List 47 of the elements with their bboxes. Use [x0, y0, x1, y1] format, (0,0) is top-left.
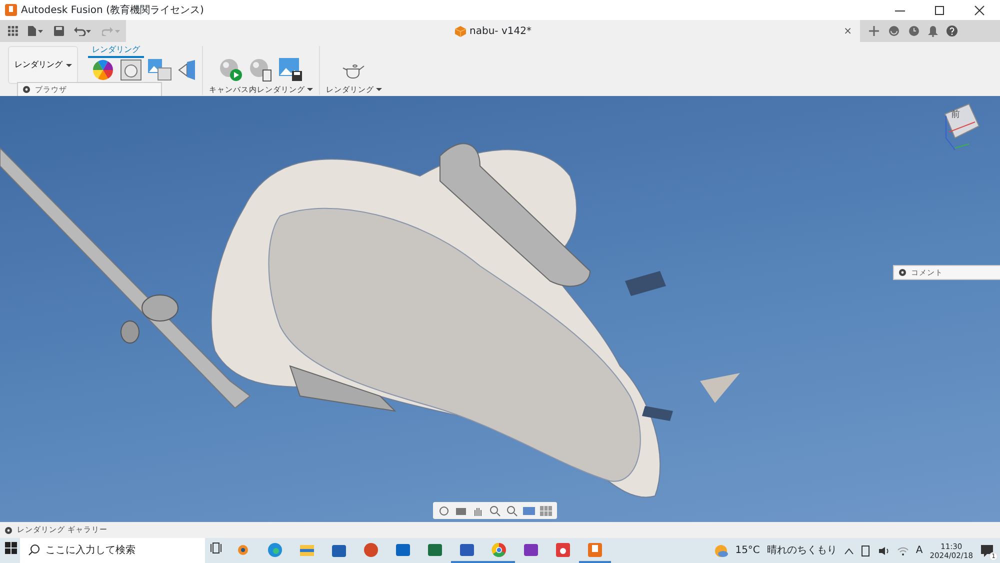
zoom-icon[interactable]: [506, 504, 518, 516]
document-tab-title: nabu- v142*: [470, 24, 532, 38]
new-tab-icon[interactable]: [868, 25, 880, 37]
caret-icon: [66, 64, 72, 66]
undo-icon[interactable]: [74, 26, 92, 36]
cube-icon: [454, 26, 466, 36]
app-logo-icon: [5, 4, 17, 16]
speaker-icon[interactable]: [878, 546, 890, 556]
wifi-icon[interactable]: [896, 546, 909, 556]
ribbon-tab[interactable]: レンダリング: [88, 44, 144, 58]
settings-icon: [5, 526, 12, 534]
start-icon[interactable]: [5, 542, 17, 554]
notification-bell-icon[interactable]: [928, 25, 938, 37]
workspace-dropdown[interactable]: レンダリング: [8, 46, 78, 84]
texture-map-icon[interactable]: [178, 59, 196, 81]
render-play-icon[interactable]: [219, 58, 243, 82]
caret-icon: [307, 88, 313, 92]
image-decal-icon[interactable]: [148, 59, 172, 81]
weather-temperature: 15°C: [735, 544, 760, 558]
save-icon[interactable]: [54, 26, 64, 36]
scene-settings-icon[interactable]: [120, 59, 142, 81]
app-grid-icon[interactable]: [8, 26, 18, 36]
file-menu-icon[interactable]: [28, 26, 44, 36]
settings-icon: [23, 86, 30, 93]
orbit-icon[interactable]: [438, 504, 450, 516]
view-cube-label[interactable]: 前: [951, 109, 960, 122]
ime-indicator[interactable]: A: [916, 543, 923, 558]
task-view-icon[interactable]: [210, 542, 222, 554]
tab-close-button[interactable]: ×: [844, 24, 852, 38]
clock-icon[interactable]: [908, 25, 920, 37]
color-wheel-icon[interactable]: [92, 59, 114, 81]
display-mode-icon[interactable]: [523, 504, 535, 516]
save-image-icon[interactable]: [279, 58, 303, 82]
window-title: Autodesk Fusion (教育機関ライセンス): [21, 4, 204, 18]
render-settings-icon[interactable]: [249, 58, 273, 82]
chevron-up-icon[interactable]: [844, 546, 854, 554]
grid-icon[interactable]: [540, 504, 552, 516]
search-icon: [28, 544, 40, 556]
search-field[interactable]: ここに入力して検索: [20, 538, 204, 563]
weather-condition: 晴れのちくもり: [766, 544, 837, 558]
settings-icon: [899, 269, 906, 276]
view-cube-drawing[interactable]: [944, 103, 980, 150]
zoom-window-icon[interactable]: [489, 504, 501, 516]
help-icon[interactable]: [946, 25, 958, 37]
caret-icon: [376, 88, 382, 92]
weather-icon: [714, 544, 728, 558]
notification-icon[interactable]: [980, 544, 994, 558]
